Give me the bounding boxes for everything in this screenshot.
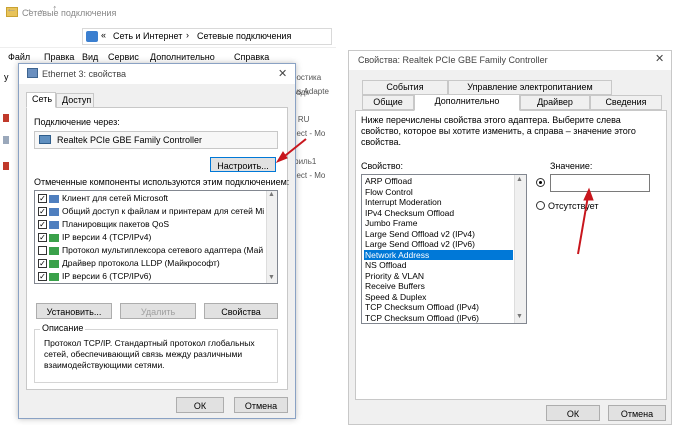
arrow-to-configure-icon [275,138,307,164]
tab-advanced[interactable]: Дополнительно [414,94,520,111]
arrow-to-value-icon [577,187,594,255]
tab-network[interactable]: Сеть [26,92,56,108]
annotation-arrows [275,138,594,255]
